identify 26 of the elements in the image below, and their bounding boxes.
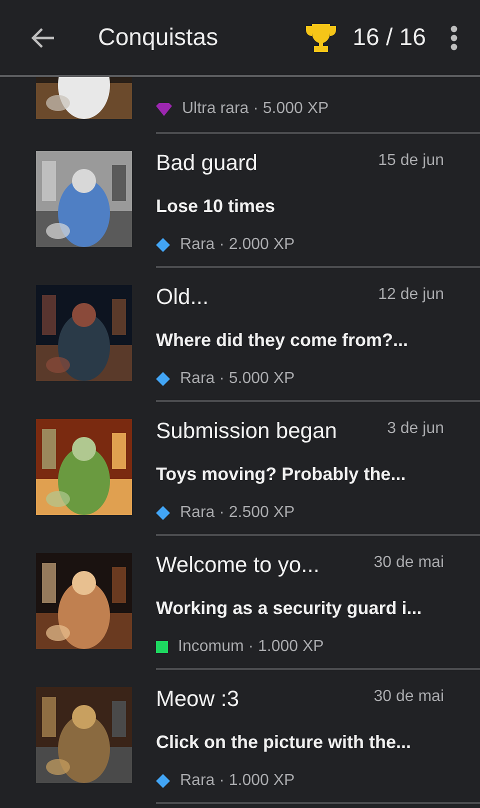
achievement-title: Submission began [156, 418, 338, 444]
more-vertical-icon [450, 24, 458, 50]
achievement-description: Where did they come from?... [156, 330, 410, 350]
rarity-xp-label: Rara · 2.500 XP [180, 504, 295, 522]
achievement-description: Toys moving? Probably the... [156, 464, 407, 484]
unlock-date: 30 de mai [374, 554, 444, 572]
rarity-xp-label: Rara · 5.000 XP [180, 370, 295, 388]
achievement-description: Click on the picture with the... [156, 732, 412, 752]
achievement-title: Meow :3 [156, 686, 240, 712]
rarity-xp-label: Ultra rara · 5.000 XP [182, 100, 329, 118]
achievement-title: Bad guard [156, 150, 258, 176]
unlock-date: 3 de jun [387, 420, 444, 438]
unlock-date: 30 de mai [374, 688, 444, 706]
page-title: Conquistas [98, 24, 220, 52]
rarity-xp-label: Rara · 2.000 XP [180, 236, 295, 254]
achievement-description: Lose 10 times [156, 196, 276, 216]
unlock-date: 12 de jun [378, 286, 444, 304]
trophy-icon [304, 22, 337, 52]
achievement-title: Old... [156, 284, 209, 310]
unlock-date: 15 de jun [378, 152, 444, 170]
back-arrow-icon [30, 26, 56, 48]
rarity-xp-label: Incomum · 1.000 XP [178, 638, 324, 656]
achievement-count: 16 / 16 [352, 24, 426, 52]
rarity-xp-label: Rara · 1.000 XP [180, 772, 295, 790]
achievement-title: Welcome to yo... [156, 552, 320, 578]
achievement-description: Working as a security guard i... [156, 598, 423, 618]
